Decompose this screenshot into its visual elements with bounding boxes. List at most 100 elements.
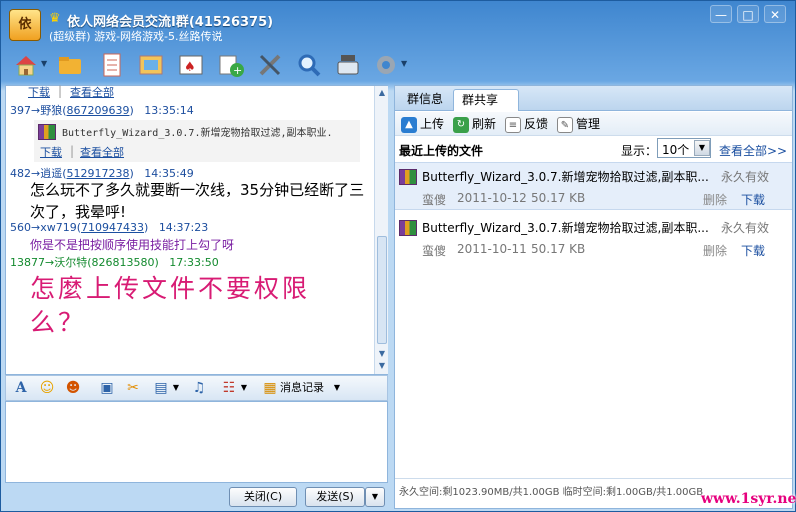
file-validity: 永久有效 bbox=[721, 221, 770, 235]
magic-emoji-icon[interactable]: ☻ bbox=[64, 379, 82, 397]
display-count-select[interactable]: 10个 ▼ bbox=[657, 138, 711, 158]
input-toolbar: A ☺ ☻ ▣ ✂ ▤ ▼ ♫ ☷ ▼ ▦ 消息记录 ▼ bbox=[5, 375, 388, 401]
share-toolbar: ▲ 上传 ↻ 刷新 ≡ 反馈 ✎ 管理 bbox=[395, 112, 792, 136]
picture-icon[interactable]: ▣ bbox=[98, 379, 116, 397]
download-link[interactable]: 下载 bbox=[741, 191, 765, 208]
message-time: 13:35:14 bbox=[144, 104, 194, 117]
notes-icon[interactable] bbox=[97, 50, 127, 80]
search-icon[interactable] bbox=[294, 50, 324, 80]
screen-dropdown-icon[interactable]: ▼ bbox=[171, 379, 181, 397]
minimize-button[interactable]: — bbox=[710, 5, 732, 23]
feedback-icon: ≡ bbox=[505, 116, 521, 133]
file-date: 2011-10-11 bbox=[457, 242, 527, 256]
upload-icon: ▲ bbox=[401, 116, 417, 133]
delete-link[interactable]: 删除 bbox=[703, 242, 727, 259]
file-name[interactable]: Butterfly_Wizard_3.0.7.新增宠物拾取过滤,副本职... bbox=[422, 219, 709, 236]
message-header: 560→xw719(710947433) 14:37:23 bbox=[10, 221, 209, 234]
file-uploader: 蛮傻 bbox=[422, 193, 447, 207]
file-name[interactable]: Butterfly_Wizard_3.0.7.新增宠物拾取过滤,副本职... bbox=[422, 168, 709, 185]
display-count-label: 显示： bbox=[621, 144, 658, 158]
top-view-all-link[interactable]: 查看全部 bbox=[70, 84, 114, 100]
refresh-icon: ↻ bbox=[453, 116, 469, 133]
scroll-bottom-icon[interactable]: ▼ bbox=[376, 360, 388, 372]
history-dropdown-icon[interactable]: ▼ bbox=[332, 379, 342, 397]
home-dropdown-icon[interactable]: ▼ bbox=[41, 59, 47, 68]
rar-file-icon bbox=[38, 124, 56, 140]
feedback-label: 反馈 bbox=[524, 117, 549, 131]
member-name[interactable]: xw719 bbox=[40, 221, 77, 234]
member-name[interactable]: 沃尔特 bbox=[54, 256, 87, 269]
screen-icon[interactable]: ▤ bbox=[152, 379, 170, 397]
config-dropdown-icon[interactable]: ▼ bbox=[401, 59, 407, 68]
emoji-icon[interactable]: ☺ bbox=[38, 379, 56, 397]
manage-label: 管理 bbox=[576, 117, 601, 131]
top-download-link[interactable]: 下载 bbox=[28, 84, 50, 100]
rar-file-icon bbox=[399, 220, 417, 236]
refresh-button[interactable]: ↻ 刷新 bbox=[453, 115, 496, 133]
message-history-button[interactable]: 消息记录 bbox=[280, 379, 324, 397]
album-icon[interactable] bbox=[136, 50, 166, 80]
svg-text:♠: ♠ bbox=[184, 60, 196, 75]
separator: | bbox=[70, 144, 75, 158]
send-button[interactable]: 发送(S) bbox=[305, 487, 365, 507]
settings-icon[interactable] bbox=[333, 50, 363, 80]
message-text: 怎么玩不了多久就要断一次线，35分钟已经断了三次了，我晕呼! bbox=[30, 181, 365, 221]
upload-label: 上传 bbox=[420, 117, 445, 131]
file-validity: 永久有效 bbox=[721, 170, 770, 184]
window-subtitle: (超级群) 游戏-网络游戏-5.丝路传说 bbox=[49, 30, 223, 43]
close-button[interactable]: 关闭(C) bbox=[229, 487, 297, 507]
more-apps-dropdown-icon[interactable]: ▼ bbox=[239, 379, 249, 397]
close-window-button[interactable]: ✕ bbox=[764, 5, 786, 23]
screenshot-icon[interactable]: ✂ bbox=[124, 379, 142, 397]
file-size: 50.17 KB bbox=[531, 242, 586, 256]
tab-group-share[interactable]: 群共享 ✕ bbox=[453, 89, 519, 127]
member-id: 482 bbox=[10, 167, 31, 180]
member-name[interactable]: 野狼 bbox=[40, 104, 62, 117]
music-icon[interactable]: ♫ bbox=[190, 379, 208, 397]
svg-text:+: + bbox=[233, 64, 242, 77]
arrow: → bbox=[45, 256, 55, 269]
view-all-files-link[interactable]: 查看全部>> bbox=[719, 142, 787, 159]
manage-button[interactable]: ✎ 管理 bbox=[557, 115, 600, 133]
member-qq[interactable]: 826813580 bbox=[92, 256, 155, 269]
feedback-button[interactable]: ≡ 反馈 bbox=[505, 115, 548, 133]
list-item[interactable]: Butterfly_Wizard_3.0.7.新增宠物拾取过滤,副本职... 永… bbox=[395, 162, 792, 210]
file-download-link[interactable]: 下载 bbox=[40, 144, 62, 160]
maximize-button[interactable]: □ bbox=[737, 5, 759, 23]
manage-icon: ✎ bbox=[557, 116, 573, 133]
tools-icon[interactable] bbox=[255, 50, 285, 80]
refresh-label: 刷新 bbox=[472, 117, 497, 131]
watermark: www.1syr.net bbox=[701, 491, 796, 507]
rar-file-icon bbox=[399, 169, 417, 185]
config-icon[interactable] bbox=[371, 50, 401, 80]
list-item[interactable]: Butterfly_Wizard_3.0.7.新增宠物拾取过滤,副本职... 永… bbox=[395, 214, 792, 262]
folder-icon[interactable] bbox=[55, 50, 85, 80]
add-app-icon[interactable]: + bbox=[216, 50, 246, 80]
chat-history[interactable]: 下载 | 查看全部 397→野狼(867209639) 13:35:14 But… bbox=[5, 84, 388, 375]
more-apps-icon[interactable]: ☷ bbox=[220, 379, 238, 397]
recent-files-label: 最近上传的文件 bbox=[399, 144, 484, 158]
message-text: 你是不是把按顺序使用技能打上勾了呀 bbox=[30, 238, 235, 252]
member-qq[interactable]: 710947433 bbox=[81, 221, 144, 234]
scroll-up-icon[interactable]: ▲ bbox=[376, 87, 388, 99]
file-card[interactable]: Butterfly_Wizard_3.0.7.新增宠物拾取过滤,副本职业. 下载… bbox=[34, 120, 360, 162]
file-size: 50.17 KB bbox=[531, 191, 586, 205]
scroll-down-icon[interactable]: ▼ bbox=[376, 348, 388, 360]
tab-group-info[interactable]: 群信息 bbox=[399, 89, 451, 111]
message-input[interactable] bbox=[5, 401, 388, 483]
upload-button[interactable]: ▲ 上传 bbox=[401, 115, 444, 133]
display-count-value: 10个 bbox=[662, 143, 690, 157]
file-view-all-link[interactable]: 查看全部 bbox=[80, 144, 124, 160]
download-link[interactable]: 下载 bbox=[741, 242, 765, 259]
send-options-icon[interactable]: ▼ bbox=[365, 487, 385, 507]
member-id: 13877 bbox=[10, 256, 45, 269]
home-icon[interactable] bbox=[11, 50, 41, 80]
delete-link[interactable]: 删除 bbox=[703, 191, 727, 208]
chat-scrollbar[interactable]: ▲ ▼ ▼ bbox=[374, 86, 388, 374]
poker-icon[interactable]: ♠ bbox=[176, 50, 206, 80]
font-icon[interactable]: A bbox=[12, 379, 30, 397]
select-dropdown-icon[interactable]: ▼ bbox=[694, 140, 710, 156]
scroll-thumb[interactable] bbox=[377, 236, 387, 344]
history-icon[interactable]: ▦ bbox=[262, 379, 278, 397]
member-qq[interactable]: 867209639 bbox=[67, 104, 130, 117]
